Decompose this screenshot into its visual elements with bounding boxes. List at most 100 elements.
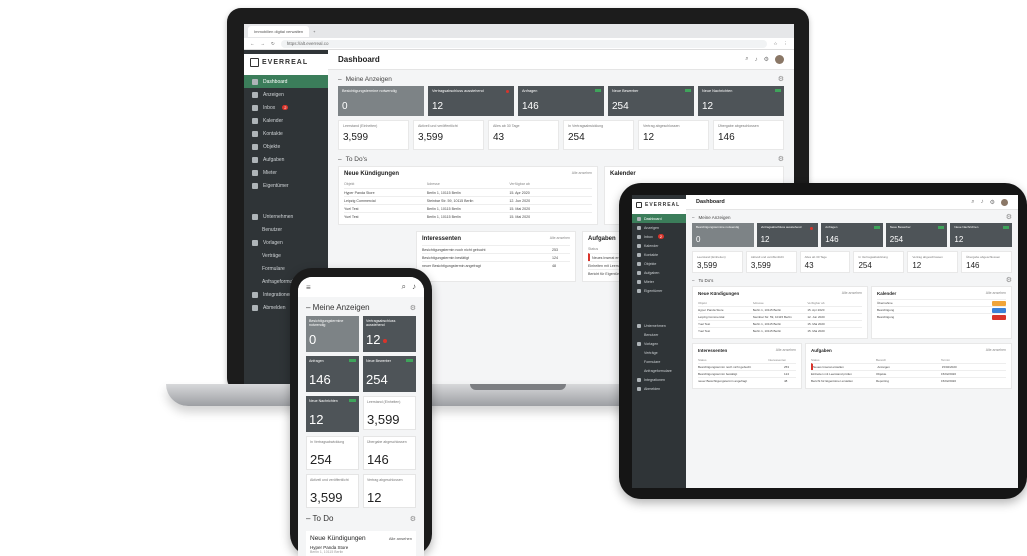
bell-icon[interactable]: ♪: [755, 57, 758, 63]
kpi-card[interactable]: Vertragsabschluss ausstehend 12: [363, 316, 416, 352]
reload-icon[interactable]: ↻: [271, 41, 275, 47]
kpi-card[interactable]: Neue Nachrichten 12: [698, 86, 784, 116]
sidebar-item-vorlagen[interactable]: Vorlagen: [244, 236, 328, 249]
address-input[interactable]: https://alt.everreal.co: [280, 39, 768, 48]
table-row[interactable]: neuer Besichtigungstermin angefragt 48: [422, 261, 570, 269]
calendar-item[interactable]: Besichtigung: [877, 306, 1006, 313]
search-icon[interactable]: ⌕: [745, 56, 748, 63]
stat-card[interactable]: Aktivell und veröffentlicht 3,599: [306, 474, 359, 508]
sidebar-item-inbox[interactable]: Inbox 2: [632, 232, 686, 241]
stat-card[interactable]: Leerstand (Einheiten) 3,599: [692, 251, 743, 273]
calendar-item[interactable]: Besichtigung: [877, 313, 1006, 320]
see-all-link[interactable]: Alle ansehen: [986, 348, 1006, 353]
table-row[interactable]: Yuel Test Berlin 1, 10115 Berlin 15. Mai 2…: [344, 204, 592, 212]
kpi-card[interactable]: Neue Bewerber 254: [608, 86, 694, 116]
kpi-card[interactable]: Anfragen 146: [518, 86, 604, 116]
sidebar-item-anfrageformulare[interactable]: Anfrageformulare: [632, 366, 686, 375]
stat-card[interactable]: Aktivell und veröffentlicht 3,599: [745, 251, 797, 273]
stat-card[interactable]: Übergabe abgeschlossen 146: [363, 436, 416, 470]
kpi-card[interactable]: Neue Bewerber 254: [363, 356, 416, 392]
avatar[interactable]: [775, 55, 784, 64]
gear-icon[interactable]: ⚙: [778, 75, 784, 83]
sidebar-item-dashboard[interactable]: Dashboard: [244, 75, 328, 88]
stat-card[interactable]: Vertrag abgeschlossen 12: [363, 474, 416, 508]
stat-card[interactable]: In Vertragsabwicklung 254: [563, 120, 634, 150]
stat-card[interactable]: Übergabe abgeschlossen 146: [713, 120, 784, 150]
stat-card[interactable]: Alles ab 30 Tage 43: [799, 251, 851, 273]
table-row[interactable]: neuer Besichtigungstermin angefragt 48: [698, 377, 796, 384]
brand-logo[interactable]: EVERREAL: [632, 199, 686, 214]
list-item[interactable]: Hyper Panda Store Berlin 1, 10115 Berlin: [310, 545, 412, 554]
stat-card[interactable]: Aktivell und veröffentlicht 3,599: [413, 120, 484, 150]
sidebar-item-anzeigen[interactable]: Anzeigen: [244, 88, 328, 101]
search-icon[interactable]: ⌕: [971, 199, 974, 206]
sidebar-item-mieter[interactable]: Mieter: [632, 277, 686, 286]
table-row[interactable]: Hyper Panda Store Berlin 1, 10115 Berlin 1…: [344, 188, 592, 196]
forward-icon[interactable]: →: [261, 41, 266, 46]
table-row[interactable]: Leipzig Commercial Steinbar Str. 59, 1011…: [344, 196, 592, 204]
kpi-card[interactable]: Vertragsabschluss ausstehend 12: [756, 223, 819, 247]
sidebar-item-objekte[interactable]: Objekte: [632, 259, 686, 268]
table-row[interactable]: Besichtigungstermin bestätigt 124: [422, 253, 570, 261]
collapse-icon[interactable]: –: [338, 156, 342, 163]
gear-icon[interactable]: ⚙: [410, 515, 416, 523]
kpi-card[interactable]: Besichtigungstermine notwendig 0: [338, 86, 424, 116]
sidebar-item-aufgaben[interactable]: Aufgaben: [244, 153, 328, 166]
stat-card[interactable]: Vertrag abgeschlossen 12: [907, 251, 959, 273]
kpi-card[interactable]: Vertragsabschluss ausstehend 12: [428, 86, 514, 116]
kpi-card[interactable]: Besichtigungstermine notwendig 0: [692, 223, 754, 247]
table-row[interactable]: Leipzig Commercial Steinbar Str. 59, 1011…: [698, 313, 862, 320]
new-tab-icon[interactable]: +: [313, 29, 315, 34]
kpi-card[interactable]: Anfragen 146: [821, 223, 883, 247]
sidebar-item-benutzer[interactable]: Benutzer: [632, 330, 686, 339]
settings-icon[interactable]: ⚙: [764, 56, 769, 63]
sidebar-item-anzeigen[interactable]: Anzeigen: [632, 223, 686, 232]
sidebar-item-vorlagen[interactable]: Vorlagen: [632, 339, 686, 348]
hamburger-icon[interactable]: ≡: [306, 283, 311, 292]
sidebar-item-unternehmen[interactable]: Unternehmen: [632, 321, 686, 330]
sidebar-item-eigentuemer[interactable]: Eigentümer: [632, 286, 686, 295]
collapse-icon[interactable]: –: [306, 303, 313, 312]
menu-icon[interactable]: ⋮: [784, 41, 789, 47]
bell-icon[interactable]: ♪: [981, 199, 984, 205]
table-row[interactable]: Yuel Test Berlin 1, 10115 Berlin 15. Mai 2…: [698, 320, 862, 327]
stat-card[interactable]: Leerstand (Einheiten) 3,599: [363, 396, 416, 430]
table-row[interactable]: Besichtigungstermin noch nicht gebucht 25…: [422, 245, 570, 253]
search-icon[interactable]: ⌕: [402, 282, 406, 292]
sidebar-item-abmelden[interactable]: Abmelden: [632, 384, 686, 393]
sidebar-item-aufgaben[interactable]: Aufgaben: [632, 268, 686, 277]
sidebar-item-objekte[interactable]: Objekte: [244, 140, 328, 153]
collapse-icon[interactable]: –: [692, 215, 695, 220]
sidebar-item-kalender[interactable]: Kalender: [244, 114, 328, 127]
back-icon[interactable]: ←: [250, 41, 255, 46]
stat-card[interactable]: Alles ab 30 Tage 43: [488, 120, 559, 150]
table-row[interactable]: Einheiten mit Leerstand prüfen Objekte 15/…: [811, 370, 1006, 377]
see-all-link[interactable]: Alle ansehen: [842, 291, 862, 296]
sidebar-item-kontakte[interactable]: Kontakte: [244, 127, 328, 140]
stat-card[interactable]: In Vertragsabwicklung 254: [853, 251, 905, 273]
stat-card[interactable]: Übergabe abgeschlossen 146: [961, 251, 1012, 273]
sidebar-item-inbox[interactable]: Inbox 2: [244, 101, 328, 114]
kpi-card[interactable]: Anfragen 146: [306, 356, 359, 392]
table-row[interactable]: Bericht für Eigentümer erstellen Reportin…: [811, 377, 1006, 384]
sidebar-item-kontakte[interactable]: Kontakte: [632, 250, 686, 259]
browser-tab[interactable]: Immobilien digital verwalten: [248, 25, 310, 37]
sidebar-item-integrationen[interactable]: Integrationen: [632, 375, 686, 384]
avatar[interactable]: [1001, 198, 1008, 206]
kpi-card[interactable]: Besichtigungstermine notwendig 0: [306, 316, 359, 352]
sidebar-item-vertraege[interactable]: Verträge: [244, 249, 328, 262]
sidebar-item-formulare[interactable]: Formulare: [632, 357, 686, 366]
gear-icon[interactable]: ⚙: [1006, 276, 1012, 284]
see-all-link[interactable]: Alle ansehen: [550, 236, 570, 242]
star-icon[interactable]: ☆: [773, 41, 777, 47]
see-all-link[interactable]: Alle ansehen: [776, 348, 796, 353]
kpi-card[interactable]: Neue Bewerber 254: [885, 223, 948, 247]
see-all-link[interactable]: Alle ansehen: [572, 171, 592, 177]
table-row[interactable]: Neues Inserat erstellen Anzeigen 15/02/202…: [811, 363, 1006, 370]
gear-icon[interactable]: ⚙: [410, 304, 416, 312]
see-all-link[interactable]: Alle ansehen: [389, 536, 412, 541]
stat-card[interactable]: Vertrag abgeschlossen 12: [638, 120, 709, 150]
gear-icon[interactable]: ⚙: [1006, 213, 1012, 221]
stat-card[interactable]: Leerstand (Einheiten) 3,599: [338, 120, 409, 150]
brand-logo[interactable]: EVERREAL: [244, 54, 328, 75]
